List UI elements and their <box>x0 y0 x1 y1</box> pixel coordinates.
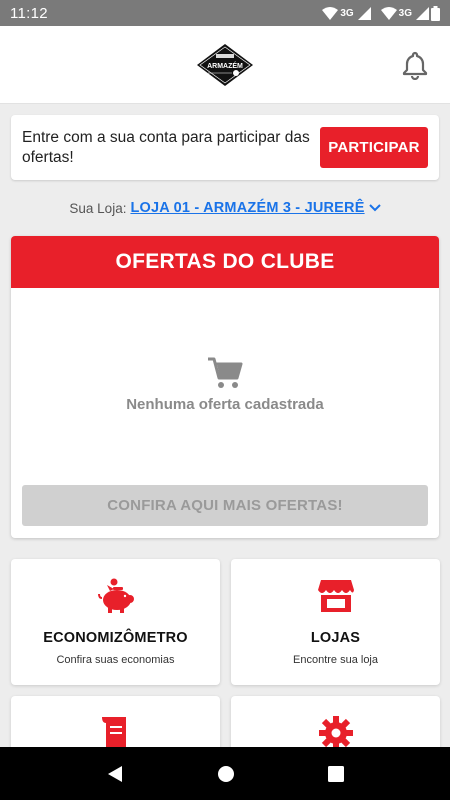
participar-button[interactable]: PARTICIPAR <box>320 127 428 168</box>
network-label-2: 3G <box>398 7 412 19</box>
logo-text: ARMAZÉM <box>207 61 243 70</box>
chevron-down-icon[interactable] <box>368 203 381 213</box>
tile-title: LOJAS <box>310 630 361 646</box>
login-message: Entre com a sua conta para participar da… <box>22 128 310 166</box>
recents-icon[interactable] <box>327 765 344 782</box>
store-prefix: Sua Loja: <box>69 200 127 216</box>
signal-icon <box>357 6 371 20</box>
system-nav-bar <box>0 747 450 800</box>
store-icon <box>317 580 354 612</box>
tile-title: ECONOMIZÔMETRO <box>43 630 188 646</box>
network-group-1: 3G <box>322 6 371 20</box>
battery-icon <box>431 5 440 21</box>
armazem-logo[interactable]: ARMAZÉM <box>196 43 254 87</box>
tile-subtitle: Encontre sua loja <box>293 654 378 666</box>
signal-icon <box>416 6 429 20</box>
network-label-1: 3G <box>340 7 354 19</box>
wifi-icon <box>380 6 397 20</box>
status-time: 11:12 <box>10 4 48 22</box>
cart-icon <box>208 357 243 388</box>
bell-icon[interactable] <box>400 50 430 80</box>
home-icon[interactable] <box>217 765 235 783</box>
empty-offers-text: Nenhuma oferta cadastrada <box>126 396 324 413</box>
more-offers-button[interactable]: CONFIRA AQUI MAIS OFERTAS! <box>22 485 428 526</box>
status-bar: 11:12 3G 3G <box>0 0 450 26</box>
wifi-icon <box>322 6 339 20</box>
store-name-link[interactable]: LOJA 01 - ARMAZÉM 3 - JURERÊ <box>130 200 364 216</box>
offers-card: OFERTAS DO CLUBE Nenhuma oferta cadastra… <box>11 236 439 538</box>
piggy-bank-icon <box>97 578 134 613</box>
tile-subtitle: Confira suas economias <box>56 654 175 666</box>
offers-title: OFERTAS DO CLUBE <box>11 236 439 288</box>
status-icons: 3G 3G <box>316 5 440 21</box>
app-header: ARMAZÉM <box>0 26 450 104</box>
back-icon[interactable] <box>106 765 124 783</box>
tile-economizometro[interactable]: ECONOMIZÔMETRO Confira suas economias <box>11 559 220 685</box>
network-group-2: 3G <box>380 5 440 21</box>
tile-lojas[interactable]: LOJAS Encontre sua loja <box>231 559 440 685</box>
empty-state: Nenhuma oferta cadastrada <box>11 356 439 413</box>
login-card: Entre com a sua conta para participar da… <box>11 115 439 180</box>
store-selector[interactable]: Sua Loja: LOJA 01 - ARMAZÉM 3 - JURERÊ <box>0 200 450 216</box>
